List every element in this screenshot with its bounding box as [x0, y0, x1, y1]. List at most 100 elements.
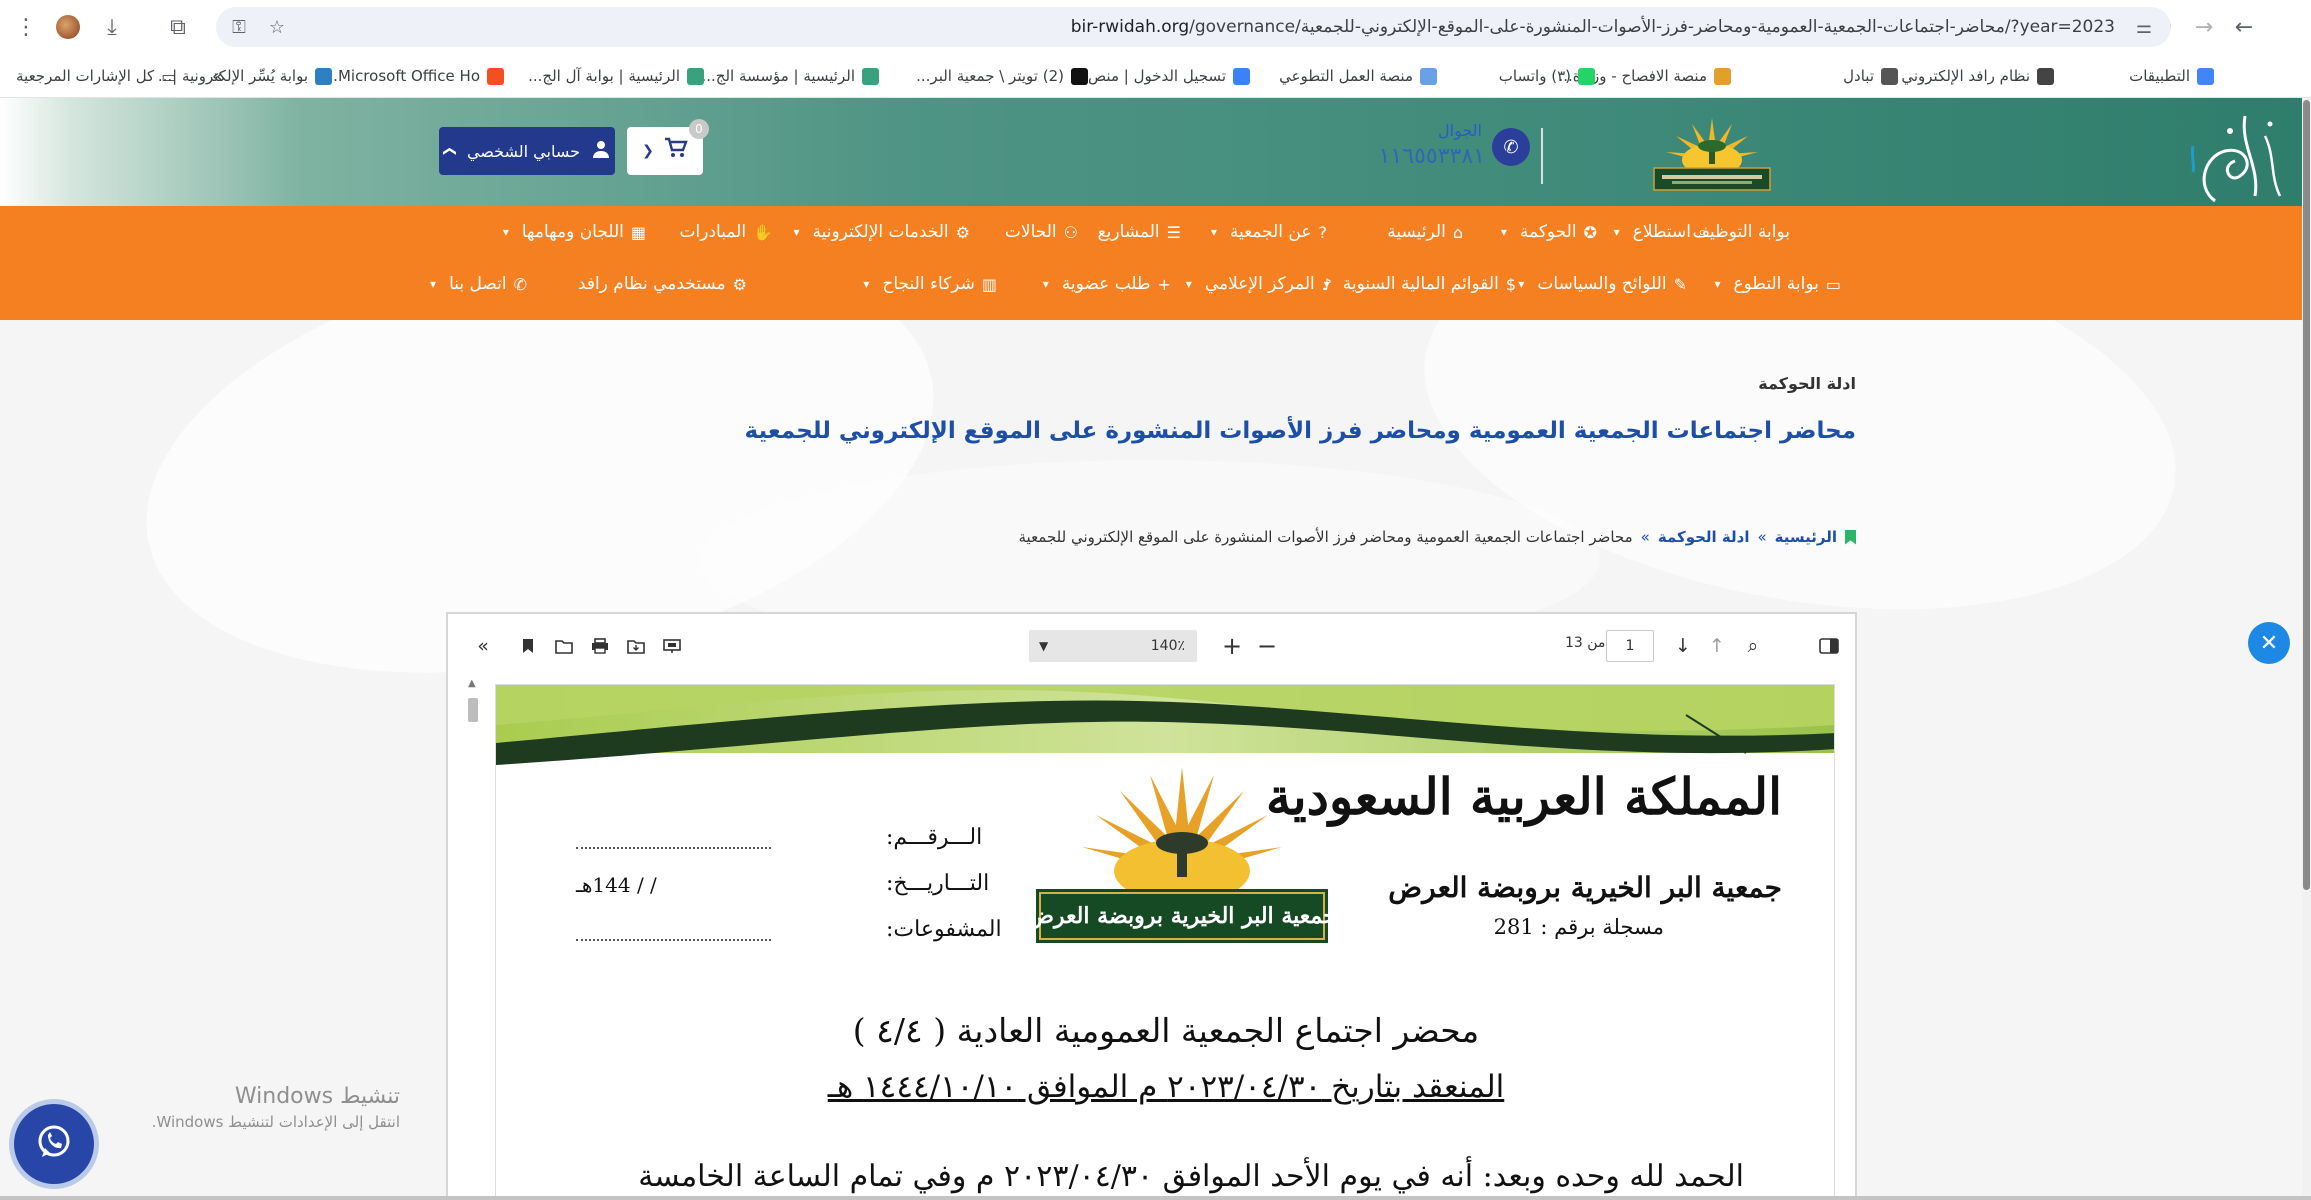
- bookmark-favicon-icon: [687, 67, 704, 85]
- breadcrumb-home[interactable]: الرئيسية: [1775, 528, 1837, 546]
- cart-button[interactable]: ❯ 0: [627, 119, 709, 175]
- cart-count-badge: 0: [689, 119, 709, 139]
- list-icon: ☰: [1166, 222, 1181, 242]
- nav-item[interactable]: ⚇ الحالات: [1005, 206, 1078, 258]
- profile-avatar[interactable]: [50, 9, 86, 45]
- phone-number[interactable]: ١١٦٥٥٣٣٨١: [1365, 144, 1485, 169]
- scroll-up-icon[interactable]: ▲: [468, 678, 476, 689]
- page-title: محاضر اجتماعات الجمعية العمومية ومحاضر ف…: [744, 418, 1856, 444]
- doc-kingdom-title: المملكة العربية السعودية: [1265, 767, 1782, 826]
- forward-icon[interactable]: →: [2186, 9, 2222, 45]
- nav-item[interactable]: ⚙ الخدمات الإلكترونية ▾: [793, 206, 970, 258]
- menu-dots-icon[interactable]: ⋮: [8, 9, 44, 45]
- chevron-down-icon: ❯: [642, 143, 654, 159]
- nav-item[interactable]: ☰ المشاريع: [1098, 206, 1181, 258]
- sidebar-toggle-icon[interactable]: [1816, 633, 1842, 659]
- download-icon[interactable]: ⤓: [94, 9, 130, 45]
- bookmark-label: الرئيسية | بوابة آل الج...: [528, 67, 680, 85]
- open-file-icon[interactable]: [551, 633, 577, 659]
- nav-item[interactable]: + طلب عضوية ▾: [1043, 258, 1171, 310]
- grid-icon: ▦: [630, 222, 646, 242]
- account-button[interactable]: حسابي الشخصي ❯: [439, 127, 615, 175]
- bookmark-item[interactable]: بوابة يُسِّر الإلكترونية |...: [158, 54, 332, 98]
- address-bar[interactable]: ⚌ bir-rwidah.org/governance/محاضر-اجتماع…: [216, 7, 2171, 47]
- doc-date-value: / / 144هـ: [576, 873, 657, 897]
- nav-item[interactable]: ▭ بوابة التطوع ▾: [1714, 258, 1841, 310]
- all-bookmarks[interactable]: ▭ كل الإشارات المرجعية: [16, 54, 176, 98]
- nav-item[interactable]: ⚙ مستخدمي نظام رافد: [578, 258, 747, 310]
- download-icon[interactable]: [623, 633, 649, 659]
- nav-item[interactable]: بوابة التوظيف: [1692, 206, 1797, 258]
- nav-item[interactable]: ✎ اللوائح والسياسات ▾: [1518, 258, 1687, 310]
- zoom-in-icon[interactable]: +: [1219, 632, 1245, 660]
- bookmark-item[interactable]: الرئيسية | مؤسسة الج...: [701, 54, 879, 98]
- page-number-input[interactable]: [1606, 630, 1654, 662]
- bookmark-item[interactable]: الرئيسية | بوابة آل الج...: [528, 54, 704, 98]
- phone-icon[interactable]: ✆: [1492, 128, 1530, 166]
- plus-icon: +: [1157, 274, 1171, 294]
- pdf-scrollbar-thumb[interactable]: [468, 698, 478, 722]
- nav-item[interactable]: ✆ اتصل بنا ▾: [430, 258, 527, 310]
- breadcrumb-section[interactable]: ادلة الحوكمة: [1658, 528, 1750, 546]
- previous-page-icon[interactable]: ↑: [1704, 633, 1730, 659]
- card-icon: ▭: [1825, 274, 1841, 294]
- address-url[interactable]: bir-rwidah.org/governance/محاضر-اجتماعات…: [1071, 7, 2115, 47]
- bookmark-item[interactable]: (٣) واتساب: [1499, 54, 1595, 98]
- nav-item-label: عن الجمعية: [1229, 222, 1312, 242]
- presentation-icon[interactable]: [659, 633, 685, 659]
- back-icon[interactable]: ←: [2226, 9, 2262, 45]
- nav-item[interactable]: ✪ الحوكمة ▾: [1501, 206, 1597, 258]
- bookmark-item[interactable]: (2) تويتر \ جمعية البر...: [916, 54, 1088, 98]
- bottom-edge: [0, 1196, 2311, 1200]
- nav-item[interactable]: ? عن الجمعية ▾: [1211, 206, 1327, 258]
- bookmark-item[interactable]: التطبيقات: [2129, 54, 2214, 98]
- nav-item[interactable]: ▥ شركاء النجاح ▾: [863, 258, 997, 310]
- phone-icon: ✆: [513, 274, 527, 294]
- doc-association-name: جمعية البر الخيرية بروبضة العرض: [1388, 871, 1782, 904]
- bookmark-label: تسجيل الدخول | منص...: [1073, 67, 1226, 85]
- password-key-icon[interactable]: ⚿: [222, 7, 256, 47]
- nav-item-label: المشاريع: [1097, 222, 1160, 242]
- nav-item[interactable]: ⌂ الرئيسية: [1387, 206, 1463, 258]
- nav-item[interactable]: ♪ المركز الإعلامي ▾: [1186, 258, 1332, 310]
- nav-item[interactable]: ✋ المبادرات: [680, 206, 773, 258]
- zoom-out-icon[interactable]: −: [1254, 632, 1280, 660]
- breadcrumb: الرئيسية » ادلة الحوكمة » محاضر اجتماعات…: [1019, 528, 1856, 546]
- chevron-down-icon: ▾: [1714, 277, 1721, 291]
- page-scrollbar-thumb[interactable]: [2303, 100, 2310, 890]
- page-scrollbar[interactable]: [2302, 98, 2311, 1200]
- close-icon[interactable]: ✕: [2248, 622, 2290, 664]
- bookmark-item[interactable]: تسجيل الدخول | منص...: [1074, 54, 1250, 98]
- site-logo[interactable]: [1648, 108, 1776, 194]
- breadcrumb-separator: »: [1757, 528, 1767, 546]
- zoom-value: 140٪: [1150, 638, 1185, 654]
- question-icon: ?: [1318, 222, 1328, 242]
- nav-item[interactable]: $ القوائم المالية السنوية ▾: [1324, 258, 1516, 310]
- bookmark-star-icon[interactable]: ☆: [260, 7, 294, 47]
- bookmark-favicon-icon: [487, 67, 504, 85]
- nav-item[interactable]: ⌕ استطلاع ▾: [1614, 206, 1707, 258]
- bookmark-item[interactable]: نظام رافد الإلكتروني: [1901, 54, 2054, 98]
- bookmark-item[interactable]: تبادل: [1843, 54, 1898, 98]
- nav-item[interactable]: ▦ اللجان ومهامها ▾: [503, 206, 646, 258]
- tools-menu-icon[interactable]: «: [470, 633, 496, 659]
- url-path: /governance/محاضر-اجتماعات-الجمعية-العمو…: [1189, 17, 2115, 37]
- search-icon[interactable]: ⌕: [1740, 633, 1766, 659]
- nav-item-label: الحوكمة: [1519, 222, 1577, 242]
- bookmark-item[interactable]: منصة العمل التطوعي: [1279, 54, 1437, 98]
- pdf-scrollbar[interactable]: ▲: [466, 678, 480, 1200]
- microphone-icon: ♪: [1321, 274, 1332, 294]
- bookmark-item[interactable]: Microsoft Office Ho...: [324, 54, 504, 98]
- next-page-icon[interactable]: ↓: [1670, 633, 1696, 659]
- chevron-down-icon: ▼: [1039, 639, 1049, 653]
- nav-item-label: القوائم المالية السنوية: [1342, 274, 1499, 294]
- site-settings-icon[interactable]: ⚌: [2127, 7, 2161, 47]
- bookmark-favicon-icon: [2197, 67, 2214, 85]
- page-count-label: من 13: [1565, 635, 1606, 651]
- user-icon: [592, 140, 610, 162]
- whatsapp-button[interactable]: [14, 1104, 94, 1184]
- bookmark-icon[interactable]: [515, 633, 541, 659]
- extensions-icon[interactable]: ⧉: [160, 9, 196, 45]
- print-icon[interactable]: [587, 633, 613, 659]
- zoom-select[interactable]: ▼ 140٪: [1029, 630, 1197, 662]
